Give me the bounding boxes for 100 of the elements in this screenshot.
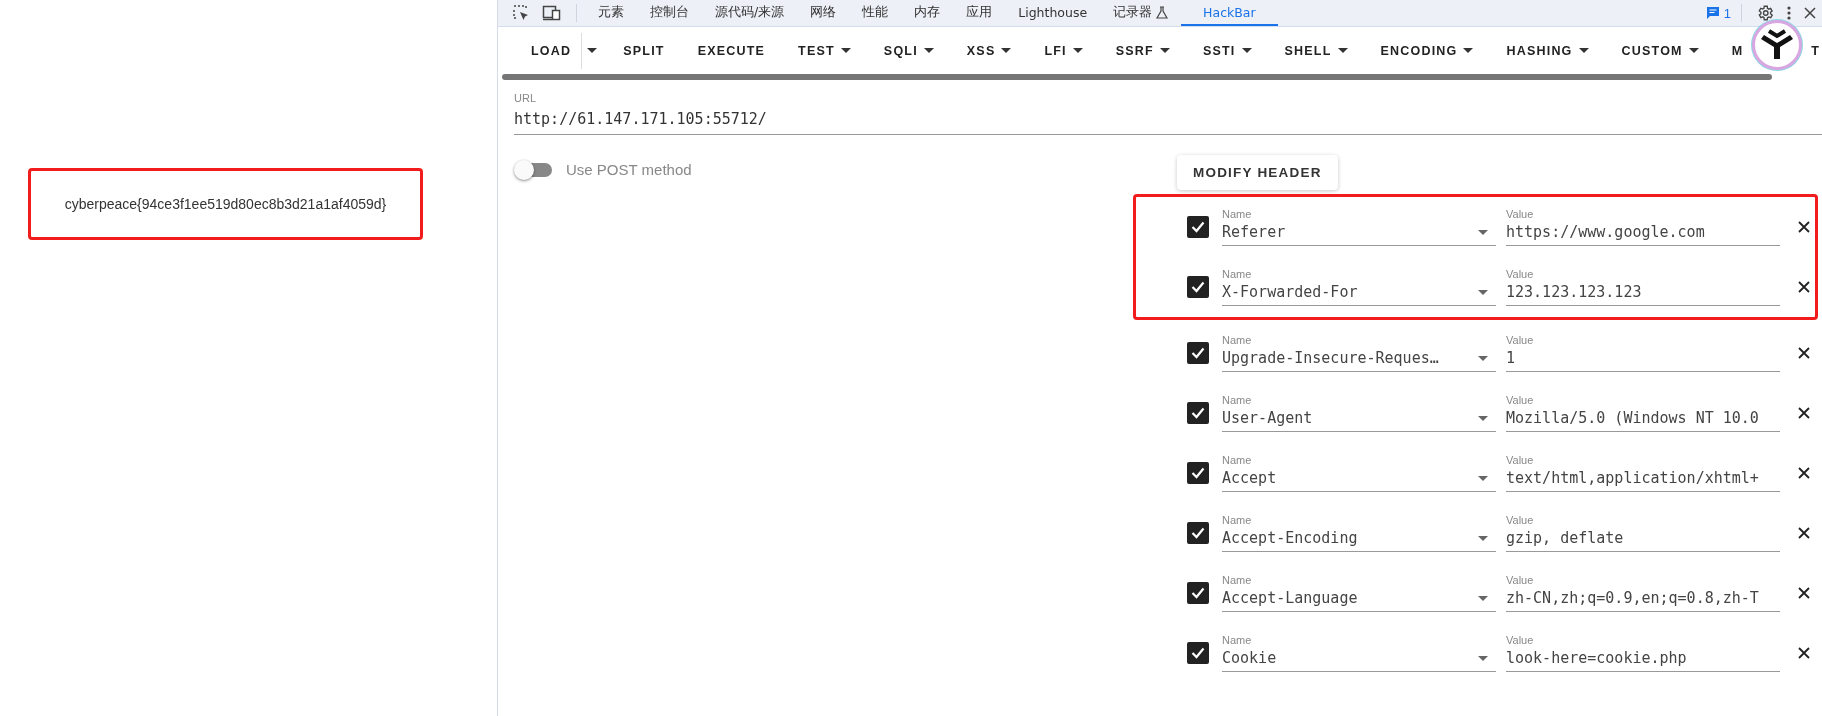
header-name-select[interactable]: Name X-Forwarded-For bbox=[1222, 268, 1496, 306]
issues-counter[interactable]: 1 bbox=[1705, 5, 1731, 21]
caret-icon bbox=[1478, 475, 1488, 481]
checkbox[interactable] bbox=[1187, 402, 1209, 424]
settings-icon[interactable] bbox=[1756, 4, 1774, 22]
toolbar-button[interactable]: XSS bbox=[951, 32, 1027, 69]
devtools-tab[interactable]: HackBar bbox=[1181, 0, 1278, 26]
floating-label: Name bbox=[1222, 394, 1253, 406]
toolbar-button[interactable]: LOAD bbox=[516, 32, 582, 69]
caret-icon bbox=[1159, 48, 1170, 53]
checkbox[interactable] bbox=[1187, 462, 1209, 484]
devtools-tab[interactable]: 内存 bbox=[901, 0, 954, 26]
devtools-tab[interactable]: 记录器 bbox=[1100, 0, 1182, 26]
extension-logo-icon[interactable] bbox=[1752, 20, 1802, 70]
toolbar-button[interactable]: T bbox=[1811, 32, 1822, 69]
close-icon[interactable] bbox=[1797, 406, 1811, 420]
url-field[interactable]: URL http://61.147.171.105:55712/ bbox=[514, 80, 1822, 135]
floating-label: Value bbox=[1506, 334, 1535, 346]
header-name-select[interactable]: Name Accept-Encoding bbox=[1222, 514, 1496, 552]
close-icon[interactable] bbox=[1797, 220, 1811, 234]
header-value-field[interactable]: Value zh-CN,zh;q=0.9,en;q=0.8,zh-T bbox=[1506, 574, 1780, 612]
modify-header-button[interactable]: MODIFY HEADER bbox=[1177, 155, 1338, 190]
toolbar-button[interactable]: CUSTOM bbox=[1606, 32, 1714, 69]
header-name-select[interactable]: Name Cookie bbox=[1222, 634, 1496, 672]
toggle-label: Use POST method bbox=[566, 161, 692, 178]
toolbar-button[interactable]: EXECUTE bbox=[682, 32, 781, 69]
close-icon[interactable] bbox=[1797, 466, 1811, 480]
checkbox[interactable] bbox=[1187, 582, 1209, 604]
check-icon bbox=[1191, 347, 1205, 359]
close-icon[interactable] bbox=[1797, 526, 1811, 540]
close-icon[interactable] bbox=[1804, 7, 1816, 19]
floating-label: Name bbox=[1222, 574, 1253, 586]
caret-icon bbox=[1478, 415, 1488, 421]
header-name-select[interactable]: Name Accept bbox=[1222, 454, 1496, 492]
device-icon[interactable] bbox=[542, 4, 562, 22]
message-icon bbox=[1705, 6, 1720, 20]
devtools-tab[interactable]: Lighthouse bbox=[1005, 0, 1101, 26]
devtools-tab[interactable]: 性能 bbox=[849, 0, 902, 26]
devtools-tab[interactable]: 应用 bbox=[953, 0, 1006, 26]
close-icon[interactable] bbox=[1797, 280, 1811, 294]
header-value-field[interactable]: Value https://www.google.com bbox=[1506, 208, 1780, 246]
checkbox[interactable] bbox=[1187, 642, 1209, 664]
caret-icon bbox=[1072, 48, 1083, 53]
caret-icon bbox=[1478, 535, 1488, 541]
toolbar-button[interactable]: SSTI bbox=[1187, 32, 1267, 69]
header-value-field[interactable]: Value 123.123.123.123 bbox=[1506, 268, 1780, 306]
toolbar-button[interactable]: SPLIT bbox=[608, 32, 680, 69]
floating-label: Name bbox=[1222, 634, 1253, 646]
check-icon bbox=[1191, 407, 1205, 419]
floating-label: Value bbox=[1506, 634, 1535, 646]
caret-icon bbox=[1463, 48, 1474, 53]
header-name-select[interactable]: Name Accept-Language bbox=[1222, 574, 1496, 612]
devtools-tab[interactable]: 源代码/来源 bbox=[702, 0, 798, 26]
close-icon[interactable] bbox=[1797, 646, 1811, 660]
caret-icon bbox=[1337, 48, 1348, 53]
floating-label: Name bbox=[1222, 208, 1253, 220]
header-name-select[interactable]: Name User-Agent bbox=[1222, 394, 1496, 432]
check-icon bbox=[1191, 647, 1205, 659]
toolbar-button[interactable]: LFI bbox=[1029, 32, 1098, 69]
header-name-select[interactable]: Name Referer bbox=[1222, 208, 1496, 246]
toolbar-button[interactable]: SHELL bbox=[1269, 32, 1363, 69]
devtools-tab[interactable]: 网络 bbox=[797, 0, 850, 26]
check-icon bbox=[1191, 281, 1205, 293]
caret-icon bbox=[923, 48, 934, 53]
caret-icon bbox=[1478, 355, 1488, 361]
floating-label: Value bbox=[1506, 268, 1535, 280]
toolbar-button[interactable]: TEST bbox=[783, 32, 866, 69]
inspect-icon[interactable] bbox=[512, 4, 530, 22]
close-icon[interactable] bbox=[1797, 586, 1811, 600]
check-icon bbox=[1191, 587, 1205, 599]
floating-label: Value bbox=[1506, 574, 1535, 586]
toolbar-button[interactable]: ENCODING bbox=[1365, 32, 1489, 69]
header-value-field[interactable]: Value Mozilla/5.0 (Windows NT 10.0 bbox=[1506, 394, 1780, 432]
caret-icon bbox=[1001, 48, 1012, 53]
header-value-field[interactable]: Value look-here=cookie.php bbox=[1506, 634, 1780, 672]
devtools-tab[interactable]: 元素 bbox=[585, 0, 637, 26]
header-name-select[interactable]: Name Upgrade-Insecure-Reques… bbox=[1222, 334, 1496, 372]
toolbar-button[interactable]: M bbox=[1716, 32, 1744, 69]
check-icon bbox=[1191, 467, 1205, 479]
checkbox[interactable] bbox=[1187, 522, 1209, 544]
toolbar-button[interactable]: SSRF bbox=[1100, 32, 1185, 69]
devtools-tab[interactable]: 控制台 bbox=[637, 0, 702, 26]
header-value-field[interactable]: Value text/html,application/xhtml+ bbox=[1506, 454, 1780, 492]
floating-label: Name bbox=[1222, 454, 1253, 466]
caret-icon bbox=[1478, 229, 1488, 235]
floating-label: Value bbox=[1506, 454, 1535, 466]
checkbox[interactable] bbox=[1187, 216, 1209, 238]
header-value-field[interactable]: Value gzip, deflate bbox=[1506, 514, 1780, 552]
caret-icon bbox=[1478, 289, 1488, 295]
scrollbar[interactable] bbox=[502, 74, 1772, 80]
toolbar-button[interactable]: HASHING bbox=[1491, 32, 1604, 69]
more-icon[interactable] bbox=[1786, 5, 1792, 21]
header-value-field[interactable]: Value 1 bbox=[1506, 334, 1780, 372]
checkbox[interactable] bbox=[1187, 342, 1209, 364]
caret-icon bbox=[840, 48, 851, 53]
close-icon[interactable] bbox=[1797, 346, 1811, 360]
check-icon bbox=[1191, 527, 1205, 539]
floating-label: Name bbox=[1222, 334, 1253, 346]
checkbox[interactable] bbox=[1187, 276, 1209, 298]
toolbar-button[interactable]: SQLI bbox=[868, 32, 949, 69]
